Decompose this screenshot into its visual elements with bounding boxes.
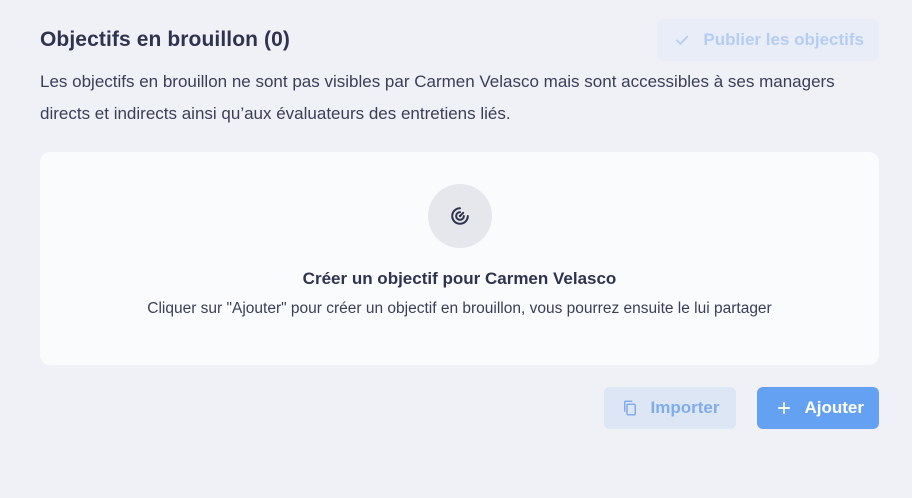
draft-objectives-section: Objectifs en brouillon (0) Publier les o… (0, 0, 912, 498)
publish-objectives-label: Publier les objectifs (703, 30, 864, 49)
add-button[interactable]: Ajouter (756, 387, 879, 429)
empty-state-icon-wrapper (427, 184, 492, 248)
copy-icon (621, 399, 639, 417)
add-button-label: Ajouter (804, 398, 865, 417)
action-buttons: Importer Ajouter (603, 387, 879, 429)
plus-icon (775, 399, 793, 417)
empty-state-card: Créer un objectif pour Carmen Velasco Cl… (40, 152, 879, 365)
empty-state-subtitle: Cliquer sur "Ajouter" pour créer un obje… (147, 300, 772, 317)
section-description: Les objectifs en brouillon ne sont pas v… (40, 72, 835, 123)
target-icon (449, 205, 471, 227)
import-button[interactable]: Importer (603, 387, 736, 429)
empty-state-title: Créer un objectif pour Carmen Velasco (302, 269, 617, 288)
publish-objectives-button[interactable]: Publier les objectifs (657, 19, 879, 61)
import-button-label: Importer (650, 398, 720, 417)
section-header: Objectifs en brouillon (0) Publier les o… (40, 19, 879, 61)
section-title: Objectifs en brouillon (0) (40, 28, 290, 51)
check-icon (673, 31, 691, 49)
